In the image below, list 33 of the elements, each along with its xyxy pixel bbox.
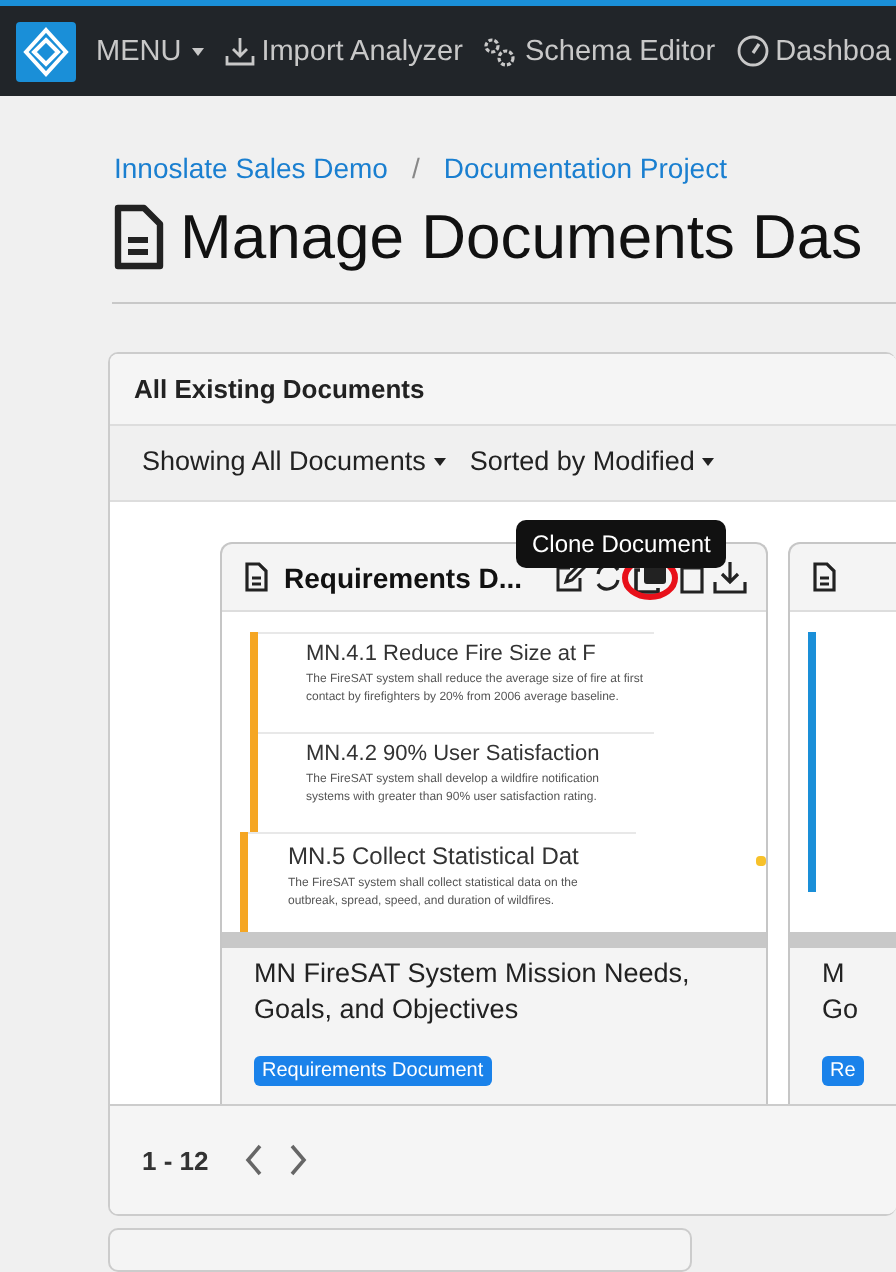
breadcrumb-link[interactable]: Innoslate Sales Demo (114, 152, 388, 184)
download-icon (223, 35, 256, 67)
nav-link[interactable]: Dashboa (725, 34, 896, 68)
next-page-button[interactable] (288, 1144, 309, 1176)
nav-link[interactable]: Schema Editor (472, 35, 726, 67)
page-title: Manage Documents Das (180, 202, 863, 274)
document-type-tag: Requirements Document (254, 1056, 492, 1086)
document-name: M (822, 956, 847, 992)
requirement-heading: MN.4.2 90% User Satisfaction (306, 742, 602, 766)
filter-dropdown[interactable]: Showing All Documents (142, 446, 446, 476)
gears-icon (482, 35, 519, 67)
tooltip: Clone Document (516, 520, 727, 568)
document-name: Go (822, 992, 861, 1028)
document-icon (244, 562, 268, 592)
previous-page-button[interactable] (244, 1144, 265, 1176)
document-name: MN FireSAT System Mission Needs, (254, 956, 692, 992)
logo-icon[interactable] (16, 21, 76, 81)
document-card[interactable]: M Go Re (788, 542, 896, 1104)
requirement-heading: MN.5 Collect Statistical Dat (288, 842, 581, 870)
panel-title: All Existing Documents (134, 374, 425, 404)
menu-dropdown[interactable]: MENU (86, 35, 214, 67)
page-range: 1 - 12 (142, 1145, 209, 1175)
document-icon (812, 562, 836, 592)
gauge-icon (735, 34, 770, 68)
requirement-heading: MN.4.1 Reduce Fire Size at F (306, 642, 598, 666)
breadcrumb-separator: / (411, 152, 420, 184)
nav-link[interactable]: Import Analyzer (213, 35, 473, 67)
download-button[interactable] (712, 560, 749, 594)
document-name: Goals, and Objectives (254, 992, 521, 1028)
breadcrumb-link[interactable]: Documentation Project (443, 152, 727, 184)
document-type-tag: Re (822, 1056, 864, 1086)
document-icon (112, 204, 164, 272)
filter-dropdown[interactable]: Sorted by Modified (469, 446, 715, 476)
